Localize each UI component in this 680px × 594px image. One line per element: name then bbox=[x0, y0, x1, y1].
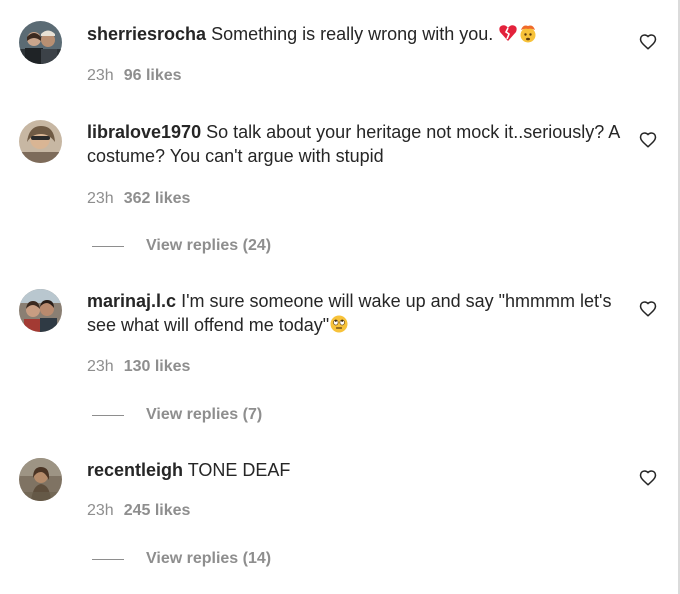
heart-outline-icon[interactable] bbox=[639, 469, 657, 487]
view-replies-label: View replies (14) bbox=[146, 550, 272, 567]
avatar[interactable] bbox=[19, 289, 62, 332]
replies-divider bbox=[92, 245, 124, 247]
avatar[interactable] bbox=[19, 458, 62, 501]
comment-meta: 23h 245 likes bbox=[87, 501, 190, 521]
comment-username[interactable]: recentleigh bbox=[87, 460, 183, 480]
view-replies-button[interactable]: View replies (14) bbox=[92, 549, 271, 569]
view-replies-button[interactable]: View replies (7) bbox=[92, 405, 262, 425]
comment-text: TONE DEAF bbox=[187, 460, 291, 480]
comment-body: marinaj.l.c I'm sure someone will wake u… bbox=[87, 289, 627, 340]
view-replies-label: View replies (7) bbox=[146, 406, 263, 423]
heart-outline-icon[interactable] bbox=[639, 33, 657, 51]
view-replies-button[interactable]: View replies (24) bbox=[92, 236, 271, 256]
exploding-head-icon bbox=[518, 23, 538, 49]
face-with-rolling-eyes-icon bbox=[329, 314, 349, 340]
comment-username[interactable]: sherriesrocha bbox=[87, 24, 206, 44]
comment-username[interactable]: libralove1970 bbox=[87, 122, 201, 142]
comment-timestamp[interactable]: 23h bbox=[87, 67, 114, 84]
comment-meta: 23h 362 likes bbox=[87, 189, 190, 209]
heart-outline-icon[interactable] bbox=[639, 131, 657, 149]
comment-timestamp[interactable]: 23h bbox=[87, 502, 114, 519]
replies-divider bbox=[92, 558, 124, 560]
comment-likes-count[interactable]: 245 likes bbox=[124, 502, 191, 519]
comment-meta: 23h 130 likes bbox=[87, 357, 190, 377]
comment-body: sherriesrocha Something is really wrong … bbox=[87, 22, 627, 49]
replies-divider bbox=[92, 414, 124, 416]
comment-timestamp[interactable]: 23h bbox=[87, 358, 114, 375]
view-replies-label: View replies (24) bbox=[146, 237, 272, 254]
heart-outline-icon[interactable] bbox=[639, 300, 657, 318]
comment-meta: 23h 96 likes bbox=[87, 66, 182, 86]
broken-heart-icon bbox=[498, 23, 518, 49]
comment-body: recentleigh TONE DEAF bbox=[87, 458, 627, 482]
avatar[interactable] bbox=[19, 21, 62, 64]
comment-username[interactable]: marinaj.l.c bbox=[87, 291, 176, 311]
comment-body: libralove1970 So talk about your heritag… bbox=[87, 120, 627, 168]
avatar[interactable] bbox=[19, 120, 62, 163]
comment-likes-count[interactable]: 130 likes bbox=[124, 358, 191, 375]
comment-timestamp[interactable]: 23h bbox=[87, 190, 114, 207]
comment-likes-count[interactable]: 96 likes bbox=[124, 67, 182, 84]
comment-likes-count[interactable]: 362 likes bbox=[124, 190, 191, 207]
comment-text: Something is really wrong with you. bbox=[211, 24, 494, 44]
